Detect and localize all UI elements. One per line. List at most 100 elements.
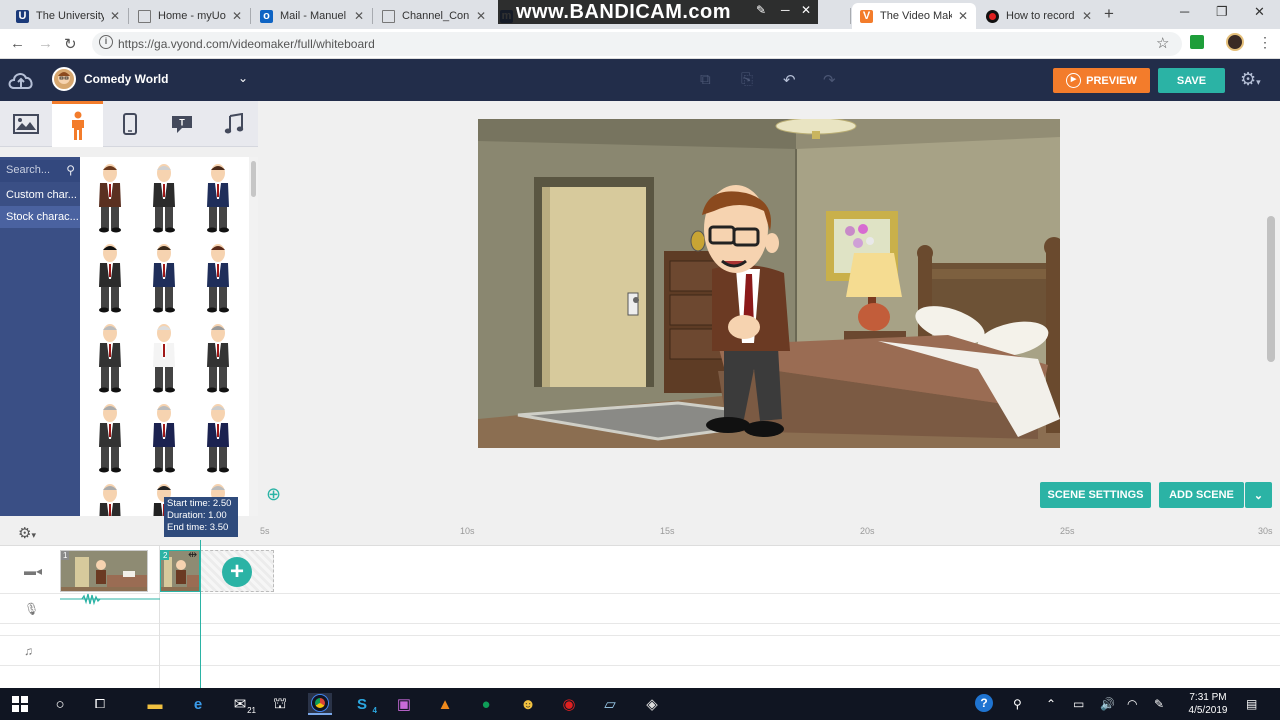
character-thumbnail[interactable] (144, 243, 184, 313)
hangouts-icon[interactable]: ● (474, 693, 498, 715)
window-close-icon[interactable]: ✕ (1254, 4, 1265, 20)
undo-icon[interactable]: ↶ (783, 71, 796, 89)
app-face-icon[interactable]: ☻ (516, 693, 540, 715)
character-thumbnail[interactable] (90, 323, 130, 393)
scene-thumbnail-1[interactable]: 1 (60, 550, 148, 592)
tab-mail[interactable]: o Mail - Manuel ✕ (252, 3, 372, 29)
tab-vyond-videomaker[interactable]: V The Video Mak ✕ (852, 3, 976, 29)
tab-text[interactable]: T (156, 101, 207, 147)
chevron-down-icon[interactable]: ⌄ (238, 71, 248, 85)
system-clock[interactable]: 7:31 PM 4/5/2019 (1180, 691, 1236, 717)
new-tab-icon[interactable]: + (1104, 4, 1114, 24)
character-thumbnail[interactable] (144, 163, 184, 233)
edge-browser-icon[interactable]: e (186, 693, 210, 715)
battery-icon[interactable]: ▭ (1073, 697, 1084, 711)
profile-avatar[interactable] (1226, 33, 1244, 51)
chrome-icon[interactable] (308, 693, 332, 715)
close-icon[interactable]: ✕ (110, 9, 120, 23)
tray-chevron-up-icon[interactable]: ⌃ (1046, 697, 1056, 711)
character-grid-scrollbar[interactable] (249, 157, 258, 517)
minimize-icon[interactable]: ─ (1180, 4, 1189, 19)
file-explorer-icon[interactable]: ▬ (143, 693, 167, 715)
minimize-icon: ─ (781, 3, 791, 17)
close-icon[interactable]: ✕ (958, 9, 968, 23)
scene-stage[interactable] (478, 119, 1060, 448)
zoom-in-icon[interactable]: ⊕ (266, 484, 281, 505)
tab-title: Channel_Conn (402, 10, 470, 22)
mail-icon[interactable]: ✉ 21 (228, 693, 256, 715)
extension-icon[interactable] (1190, 35, 1204, 49)
add-scene-dropdown[interactable]: ⌄ (1245, 482, 1272, 508)
vlc-icon[interactable]: ▲ (433, 693, 457, 715)
info-icon[interactable]: i (99, 35, 113, 49)
tab-props[interactable] (104, 101, 155, 147)
store-icon[interactable]: ⛫ (268, 693, 292, 715)
tab-characters[interactable] (52, 101, 103, 147)
tab-how-to-record[interactable]: How to record ✕ (978, 3, 1100, 29)
character-thumbnail[interactable] (198, 243, 238, 313)
close-icon[interactable]: ✕ (354, 9, 364, 23)
tab-myuof[interactable]: Home - myUof ✕ (130, 3, 250, 29)
people-icon[interactable]: ⚲ (1013, 697, 1022, 711)
back-arrow-icon[interactable]: ← (10, 35, 25, 52)
tab-backgrounds[interactable] (0, 101, 51, 147)
tab-university[interactable]: U The University ✕ (8, 3, 128, 29)
canvas-scrollbar[interactable] (1263, 101, 1280, 516)
character-thumbnail[interactable] (90, 403, 130, 473)
forward-arrow-icon[interactable]: → (38, 35, 53, 52)
tab-channel[interactable]: Channel_Conn ✕ (374, 3, 494, 29)
scene-settings-button[interactable]: SCENE SETTINGS (1040, 482, 1151, 508)
menu-dots-icon[interactable]: ⋮ (1258, 34, 1272, 51)
project-name[interactable]: Comedy World (84, 72, 168, 86)
pen-icon[interactable]: ✎ (1154, 697, 1164, 711)
cortana-search-icon[interactable]: ○ (48, 693, 72, 715)
tab-music[interactable] (208, 101, 259, 147)
close-icon[interactable]: ✕ (232, 9, 242, 23)
redo-icon[interactable]: ↷ (823, 71, 836, 89)
save-button[interactable]: SAVE (1158, 68, 1225, 93)
reload-icon[interactable]: ↻ (64, 35, 77, 53)
url-field[interactable]: i https://ga.vyond.com/videomaker/full/w… (92, 32, 1182, 56)
copy-icon[interactable]: ⧉ (700, 71, 711, 88)
help-icon[interactable]: ? (975, 694, 993, 712)
notifications-icon[interactable]: ▤ (1246, 697, 1257, 711)
add-scene-plus-icon[interactable]: + (222, 557, 252, 587)
scrollbar-thumb[interactable] (251, 161, 256, 197)
character-search-input[interactable]: Search... ⚲ (0, 160, 80, 182)
app-icon[interactable]: ◈ (640, 693, 664, 715)
bookmark-star-icon[interactable]: ☆ (1156, 34, 1169, 52)
character-thumbnail[interactable] (90, 243, 130, 313)
preview-button[interactable]: ▶ PREVIEW (1053, 68, 1150, 93)
wifi-icon[interactable]: ◠ (1127, 697, 1137, 711)
task-view-icon[interactable]: ⧠ (88, 693, 112, 715)
scrollbar-thumb[interactable] (1267, 216, 1275, 362)
character-thumbnail[interactable] (144, 403, 184, 473)
nav-stock-characters[interactable]: Stock charac... (0, 206, 80, 228)
settings-gear-icon[interactable]: ⚙▾ (1240, 69, 1261, 90)
maximize-icon[interactable]: ❐ (1216, 4, 1228, 20)
character-thumbnail[interactable] (144, 323, 184, 393)
volume-icon[interactable]: 🔊 (1100, 697, 1115, 711)
nav-custom-characters[interactable]: Custom char... (0, 184, 80, 206)
character-thumbnail[interactable] (198, 403, 238, 473)
timeline-settings-gear-icon[interactable]: ⚙▾ (18, 524, 36, 542)
add-scene-button[interactable]: ADD SCENE (1159, 482, 1244, 508)
skype-icon[interactable]: S4 (350, 693, 377, 716)
cloud-upload-icon[interactable] (6, 68, 36, 92)
search-icon[interactable]: ⚲ (66, 163, 75, 177)
timeline-playhead[interactable] (200, 540, 201, 688)
bandicam-text: www.BANDICAM.com (516, 0, 732, 23)
outlook-mail-icon: o (260, 9, 273, 23)
media-app-icon[interactable]: ▣ (392, 693, 416, 715)
scene-number: 2 (161, 551, 170, 560)
close-icon[interactable]: ✕ (476, 9, 486, 23)
character-thumbnail[interactable] (90, 483, 130, 517)
notepad-icon[interactable]: ▱ (598, 693, 622, 715)
close-icon[interactable]: ✕ (1082, 9, 1092, 23)
bandicam-record-icon[interactable]: ◉ (557, 693, 581, 715)
character-thumbnail[interactable] (90, 163, 130, 233)
paste-icon[interactable]: ⎘ (741, 71, 753, 88)
windows-start-icon[interactable] (8, 693, 32, 715)
character-thumbnail[interactable] (198, 163, 238, 233)
character-thumbnail[interactable] (198, 323, 238, 393)
